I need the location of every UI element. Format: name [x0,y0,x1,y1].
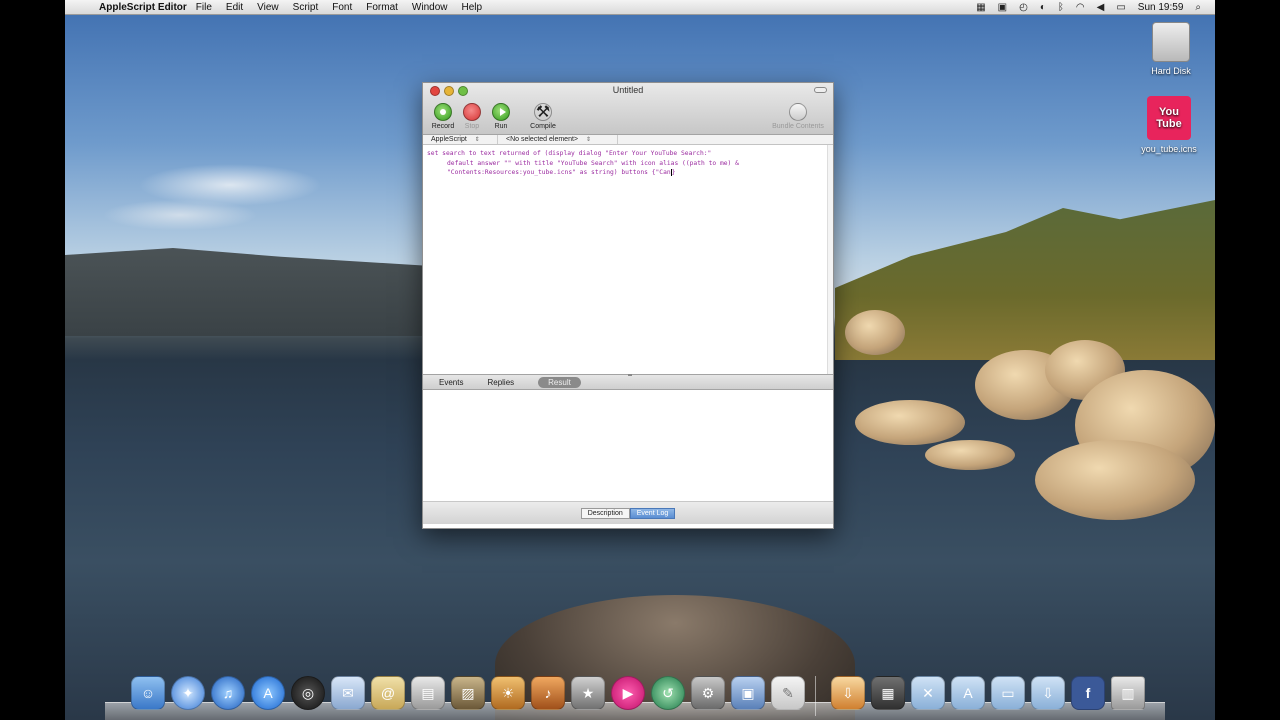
garageband-icon[interactable]: ♪ [531,676,565,710]
menu-clock[interactable]: Sun 19:59 [1138,2,1184,13]
photos-icon[interactable]: ▨ [451,676,485,710]
navigation-bar: AppleScript ⇕ <No selected element> ⇕ [423,135,833,145]
bluetooth-icon[interactable]: ᛒ [1058,2,1064,13]
applescript-editor-window: Untitled Record Stop Run ⚒ Compile Bundl… [422,82,834,529]
iphoto-icon[interactable]: ☀ [491,676,525,710]
tab-result[interactable]: Result [538,376,581,388]
youtube-file-icon: You Tube [1147,96,1191,140]
tab-event-log[interactable]: Event Log [629,507,676,519]
desktop-icon-label: Hard Disk [1151,66,1191,76]
preview-icon[interactable]: ▤ [411,676,445,710]
download-icon[interactable]: ⇩ [831,676,865,710]
chevron-updown-icon: ⇕ [586,137,592,143]
desktop-icon-hard-disk[interactable]: Hard Disk [1136,22,1206,76]
record-icon [434,103,452,121]
menu-app-name[interactable]: AppleScript Editor [99,2,187,13]
photo-booth-icon[interactable]: ▣ [731,676,765,710]
imovie-icon[interactable]: ★ [571,676,605,710]
dashboard-icon[interactable]: ◎ [291,676,325,710]
menu-edit[interactable]: Edit [226,2,243,13]
menu-window[interactable]: Window [412,2,448,13]
itunes-icon[interactable]: ♫ [211,676,245,710]
run-icon [492,103,510,121]
tab-replies[interactable]: Replies [487,378,514,387]
code-line: set search to text returned of (display … [427,150,712,157]
result-area[interactable] [423,390,833,502]
stop-icon [463,103,481,121]
compile-button[interactable]: ⚒ Compile [523,103,563,130]
mail-icon[interactable]: ✉ [331,676,365,710]
desktop-icon-label: you_tube.icns [1141,144,1197,154]
menu-script[interactable]: Script [293,2,319,13]
address-book-icon[interactable]: @ [371,676,405,710]
background-hills [65,248,425,336]
time-machine-dock-icon[interactable]: ↺ [651,676,685,710]
system-preferences-icon[interactable]: ⚙ [691,676,725,710]
sync-icon[interactable]: ◐ [1040,2,1046,13]
bottom-bar: Description Event Log [423,502,833,524]
folder-icon[interactable]: ✕ [911,676,945,710]
tab-description[interactable]: Description [580,507,630,519]
bundle-contents-button[interactable]: Bundle Contents [763,103,833,130]
element-popup[interactable]: <No selected element> ⇕ [498,135,618,144]
battery-icon[interactable]: ▭ [1116,2,1125,13]
media-player-icon[interactable]: ▶ [611,676,645,710]
code-line: default answer "" with title "YouTube Se… [447,159,739,167]
volume-icon[interactable]: ◀ [1097,2,1105,13]
documents-folder-icon[interactable]: ▭ [991,676,1025,710]
spotlight-icon[interactable]: ⌕ [1195,2,1201,13]
finder-icon[interactable]: ☺ [131,676,165,710]
menu-font[interactable]: Font [332,2,352,13]
bundle-icon [789,103,807,121]
script-editor[interactable]: set search to text returned of (display … [423,145,833,376]
code-line: "Contents:Resources:you_tube.icns" as st… [447,168,676,176]
script-editor-icon[interactable]: ✎ [771,676,805,710]
chevron-updown-icon: ⇕ [474,137,480,143]
menu-help[interactable]: Help [461,2,482,13]
editor-scrollbar[interactable] [827,145,833,374]
desktop: AppleScript Editor File Edit View Script… [65,0,1215,720]
dock-separator [815,676,816,716]
hard-disk-icon [1152,22,1190,62]
wifi-icon[interactable]: ◠ [1076,2,1085,13]
background-rocks [845,310,1215,550]
camera-icon[interactable]: ▣ [998,2,1007,13]
app-store-icon[interactable]: A [251,676,285,710]
applications-folder-icon[interactable]: A [951,676,985,710]
dock: ☺ ✦ ♫ A ◎ ✉ @ ▤ ▨ ☀ ♪ ★ ▶ ↺ ⚙ ▣ ✎ ⇩ ▦ ✕ … [105,668,1165,720]
safari-icon[interactable]: ✦ [171,676,205,710]
desktop-icon-youtube[interactable]: You Tube you_tube.icns [1134,96,1204,154]
hammer-icon: ⚒ [534,103,552,121]
window-title: Untitled [612,85,644,95]
run-button[interactable]: Run [481,103,521,130]
menu-view[interactable]: View [257,2,279,13]
language-popup[interactable]: AppleScript ⇕ [423,135,498,144]
menu-format[interactable]: Format [366,2,398,13]
facebook-icon[interactable]: f [1071,676,1105,710]
trash-icon[interactable]: ▥ [1111,676,1145,710]
window-titlebar[interactable]: Untitled Record Stop Run ⚒ Compile Bundl… [423,83,833,135]
downloads-folder-icon[interactable]: ⇩ [1031,676,1065,710]
log-tabbar: Events Replies Result [423,374,833,390]
tab-events[interactable]: Events [439,378,463,387]
grid-icon[interactable]: ▦ [976,2,985,13]
menu-file[interactable]: File [196,2,212,13]
split-handle[interactable] [628,374,632,376]
menu-bar: AppleScript Editor File Edit View Script… [65,0,1215,15]
time-machine-icon[interactable]: ◴ [1019,2,1028,13]
stack-icon[interactable]: ▦ [871,676,905,710]
